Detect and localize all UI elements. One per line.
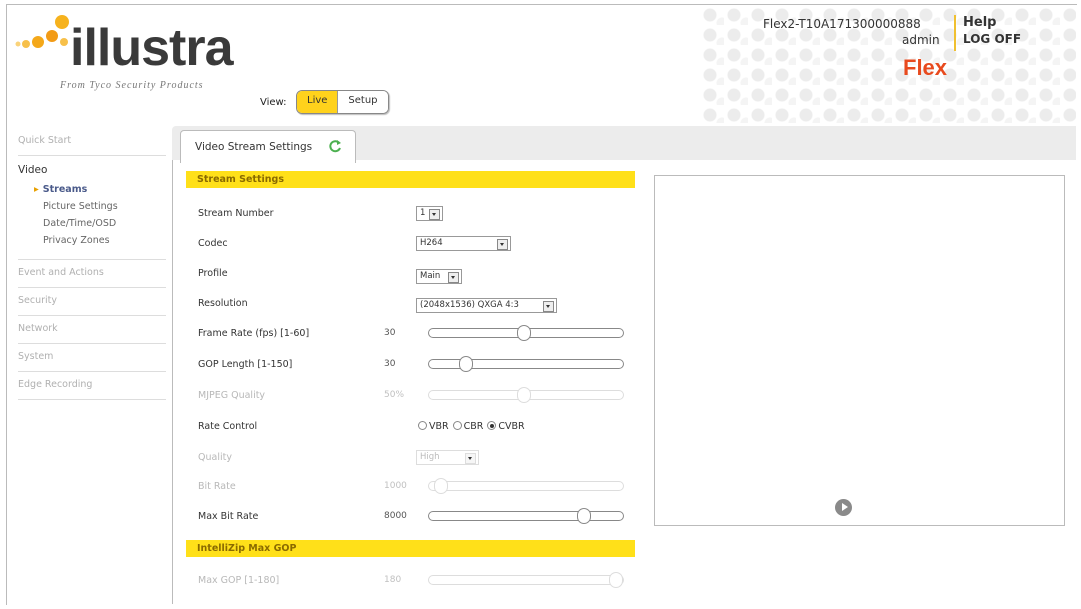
profile-select[interactable]: Main: [416, 269, 462, 284]
bit-rate-value: 1000: [384, 481, 407, 491]
sidebar-item-date-time-osd[interactable]: Date/Time/OSD: [18, 215, 166, 232]
refresh-icon[interactable]: [327, 138, 343, 154]
slider-thumb: [609, 572, 623, 588]
tab-video-stream-settings[interactable]: Video Stream Settings: [180, 130, 356, 163]
max-bit-rate-value: 8000: [384, 511, 407, 521]
illustra-logo-icon: [15, 15, 69, 48]
intellizip-title: IntelliZip Max GOP: [197, 543, 297, 554]
bit-rate-label: Bit Rate: [198, 481, 236, 492]
chevron-down-icon: [448, 272, 459, 283]
resolution-select[interactable]: (2048x1536) QXGA 4:3: [416, 298, 557, 313]
quality-value: High: [420, 452, 440, 462]
view-toggle: Live Setup: [296, 90, 389, 114]
radio-label: CVBR: [498, 421, 525, 432]
radio-selected-icon: [487, 421, 497, 430]
profile-value: Main: [420, 271, 441, 281]
gop-length-label: GOP Length [1-150]: [198, 359, 293, 370]
logoff-link[interactable]: LOG OFF: [963, 32, 1021, 46]
sidebar-item-video[interactable]: Video: [18, 164, 166, 181]
quality-label: Quality: [198, 452, 232, 463]
stream-number-value: 1: [420, 208, 426, 218]
flex-brand: Flex: [903, 55, 948, 80]
mjpeg-quality-slider: [428, 387, 624, 403]
frame-rate-label: Frame Rate (fps) [1-60]: [198, 328, 310, 339]
radio-icon: [452, 421, 462, 430]
view-live-button[interactable]: Live: [297, 91, 339, 113]
codec-value: H264: [420, 238, 443, 248]
sidebar-item-system[interactable]: System: [18, 344, 166, 372]
stream-settings-header: Stream Settings: [186, 171, 635, 188]
header-separator: [954, 15, 956, 51]
resolution-label: Resolution: [198, 298, 248, 309]
device-name: Flex2-T10A171300000888: [763, 17, 921, 31]
view-setup-button[interactable]: Setup: [338, 91, 388, 113]
radio-icon: [418, 421, 427, 430]
profile-label: Profile: [198, 268, 228, 279]
rate-control-cbr[interactable]: CBR: [452, 421, 484, 432]
video-preview[interactable]: [654, 175, 1065, 526]
radio-label: CBR: [463, 421, 484, 432]
tab-label: Video Stream Settings: [195, 141, 313, 153]
logo-text: illustra: [70, 19, 233, 77]
sidebar-item-network[interactable]: Network: [18, 316, 166, 344]
slider-thumb[interactable]: [458, 356, 473, 372]
stream-settings-title: Stream Settings: [197, 174, 284, 185]
mjpeg-quality-label: MJPEG Quality: [198, 390, 266, 401]
stream-number-label: Stream Number: [198, 208, 274, 219]
sidebar: Quick Start Video Streams Picture Settin…: [18, 128, 166, 400]
bit-rate-slider: [428, 478, 624, 494]
chevron-down-icon: [465, 453, 476, 464]
max-gop-slider: [428, 572, 624, 588]
codec-select[interactable]: H264: [416, 236, 511, 251]
sidebar-item-streams[interactable]: Streams: [18, 181, 166, 198]
max-bit-rate-label: Max Bit Rate: [198, 511, 259, 522]
chevron-down-icon: [429, 209, 440, 220]
gop-length-value: 30: [384, 359, 396, 369]
sidebar-item-picture-settings[interactable]: Picture Settings: [18, 198, 166, 215]
intellizip-header: IntelliZip Max GOP: [186, 540, 635, 557]
resolution-value: (2048x1536) QXGA 4:3: [420, 300, 519, 310]
sidebar-item-privacy-zones[interactable]: Privacy Zones: [18, 232, 166, 249]
help-link[interactable]: Help: [963, 15, 996, 30]
sidebar-item-edge-recording[interactable]: Edge Recording: [18, 372, 166, 400]
rate-control-label: Rate Control: [198, 421, 258, 432]
gop-length-slider[interactable]: [428, 356, 624, 372]
play-icon[interactable]: [835, 499, 852, 516]
frame-rate-value: 30: [384, 328, 396, 338]
sidebar-item-security[interactable]: Security: [18, 288, 166, 316]
stream-number-select[interactable]: 1: [416, 206, 443, 221]
quality-select: High: [416, 450, 479, 465]
rate-control-options: VBR CBR CVBR: [418, 421, 525, 432]
logo-subtitle: From Tyco Security Products: [60, 80, 204, 91]
slider-thumb: [433, 478, 448, 494]
frame-rate-slider[interactable]: [428, 325, 624, 341]
sidebar-group-video: Video Streams Picture Settings Date/Time…: [18, 156, 166, 260]
slider-thumb[interactable]: [577, 508, 592, 524]
rate-control-cvbr[interactable]: CVBR: [487, 421, 525, 432]
max-bit-rate-slider[interactable]: [428, 508, 624, 524]
sidebar-item-quick-start[interactable]: Quick Start: [18, 128, 166, 156]
view-label: View:: [260, 97, 287, 108]
rate-control-vbr[interactable]: VBR: [418, 421, 449, 432]
radio-label: VBR: [429, 421, 449, 432]
max-gop-value: 180: [384, 575, 402, 585]
codec-label: Codec: [198, 238, 228, 249]
sidebar-item-event-and-actions[interactable]: Event and Actions: [18, 260, 166, 288]
slider-thumb[interactable]: [517, 325, 532, 341]
chevron-down-icon: [497, 239, 508, 250]
chevron-down-icon: [543, 301, 554, 312]
max-gop-label: Max GOP [1-180]: [198, 575, 280, 586]
mjpeg-quality-value: 50%: [384, 390, 405, 400]
slider-thumb: [517, 387, 532, 403]
user-name: admin: [902, 33, 940, 47]
